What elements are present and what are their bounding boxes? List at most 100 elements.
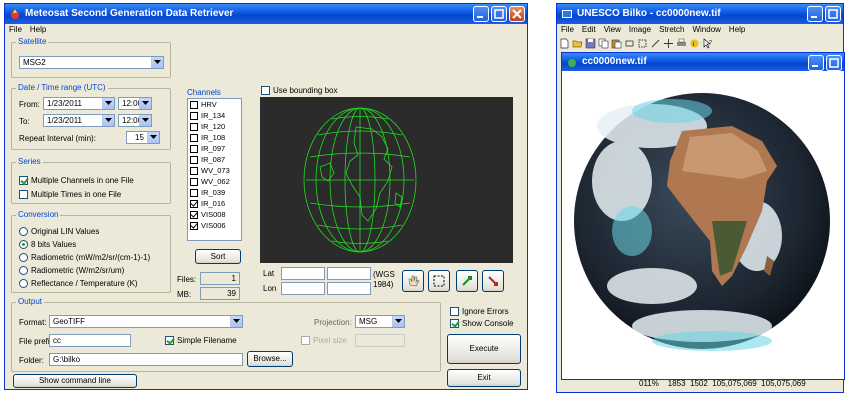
pixel-size-checkbox[interactable] bbox=[301, 336, 310, 345]
child-minimize-button[interactable] bbox=[808, 55, 824, 71]
child-title-bar[interactable]: cc0000new.tif bbox=[562, 53, 844, 71]
channel-item[interactable]: IR_087 bbox=[190, 155, 240, 165]
channels-list[interactable]: HRV IR_134 IR_120 IR_108 IR_097 IR_087 W… bbox=[187, 98, 242, 241]
channel-item[interactable]: HRV bbox=[190, 100, 240, 110]
zoom-out-button[interactable] bbox=[482, 270, 504, 292]
paste-icon[interactable] bbox=[611, 38, 622, 49]
channel-item[interactable]: IR_108 bbox=[190, 133, 240, 143]
lat-min-input[interactable] bbox=[281, 267, 325, 280]
browse-button[interactable]: Browse... bbox=[247, 351, 293, 367]
bilko-menu-view[interactable]: View bbox=[604, 24, 621, 36]
projection-select[interactable]: MSG bbox=[355, 315, 405, 328]
globe-preview[interactable] bbox=[260, 97, 513, 263]
to-date-picker[interactable]: 1/23/2011 bbox=[43, 114, 115, 127]
conversion-option-radiometric-um[interactable] bbox=[19, 266, 28, 275]
channel-item[interactable]: IR_097 bbox=[190, 144, 240, 154]
minimize-button[interactable] bbox=[473, 6, 489, 22]
save-icon[interactable] bbox=[585, 38, 596, 49]
zoom-in-button[interactable] bbox=[456, 270, 478, 292]
channel-item[interactable]: IR_120 bbox=[190, 122, 240, 132]
lon-min-input[interactable] bbox=[281, 282, 325, 295]
folder-input[interactable]: G:\bilko bbox=[49, 353, 243, 366]
conversion-option-8bits[interactable] bbox=[19, 240, 28, 249]
multi-channels-checkbox[interactable] bbox=[19, 176, 28, 185]
conversion-option-reflectance[interactable] bbox=[19, 279, 28, 288]
bilko-menu-window[interactable]: Window bbox=[692, 24, 720, 36]
bilko-title-bar[interactable]: UNESCO Bilko - cc0000new.tif bbox=[557, 4, 843, 24]
new-file-icon[interactable] bbox=[559, 38, 570, 49]
from-date-picker[interactable]: 1/23/2011 bbox=[43, 97, 115, 110]
channel-checkbox[interactable] bbox=[190, 200, 198, 208]
channel-checkbox[interactable] bbox=[190, 123, 198, 131]
execute-button[interactable]: Execute bbox=[447, 334, 521, 364]
bilko-menu-image[interactable]: Image bbox=[629, 24, 651, 36]
show-command-line-button[interactable]: Show command line bbox=[13, 374, 137, 388]
conversion-label-reflectance: Reflectance / Temperature (K) bbox=[31, 279, 138, 288]
maximize-button[interactable] bbox=[491, 6, 507, 22]
help-pointer-icon[interactable]: ? bbox=[702, 37, 713, 49]
channel-checkbox[interactable] bbox=[190, 134, 198, 142]
exit-button[interactable]: Exit bbox=[447, 369, 521, 387]
channel-item[interactable]: VIS008 bbox=[190, 210, 240, 220]
lon-max-input[interactable] bbox=[327, 282, 371, 295]
show-console-checkbox[interactable] bbox=[450, 319, 459, 328]
bounding-box-checkbox[interactable] bbox=[261, 86, 270, 95]
bilko-minimize-button[interactable] bbox=[807, 6, 823, 22]
line-tool-icon[interactable] bbox=[650, 38, 661, 49]
channel-checkbox[interactable] bbox=[190, 222, 198, 230]
ignore-errors-checkbox[interactable] bbox=[450, 307, 459, 316]
bilko-menu-stretch[interactable]: Stretch bbox=[659, 24, 684, 36]
msg-menubar: File Help bbox=[5, 24, 527, 36]
pan-tool-button[interactable] bbox=[402, 270, 424, 292]
channel-checkbox[interactable] bbox=[190, 167, 198, 175]
channel-item[interactable]: WV_073 bbox=[190, 166, 240, 176]
info-icon[interactable]: i bbox=[689, 38, 700, 49]
msg-title-bar[interactable]: Meteosat Second Generation Data Retrieve… bbox=[5, 4, 527, 24]
rectangle-tool-icon[interactable] bbox=[624, 38, 635, 49]
channel-name: VIS008 bbox=[201, 210, 226, 219]
channel-item[interactable]: WV_062 bbox=[190, 177, 240, 187]
from-time-spinner[interactable]: 12:00 bbox=[118, 97, 152, 110]
channel-checkbox[interactable] bbox=[190, 112, 198, 120]
bilko-menu-file[interactable]: File bbox=[561, 24, 574, 36]
channel-checkbox[interactable] bbox=[190, 145, 198, 153]
box-select-icon[interactable] bbox=[637, 38, 648, 49]
lat-max-input[interactable] bbox=[327, 267, 371, 280]
bilko-maximize-button[interactable] bbox=[825, 6, 841, 22]
menu-help[interactable]: Help bbox=[30, 24, 46, 36]
conversion-label-8bits: 8 bits Values bbox=[31, 240, 77, 249]
bilko-menu-help[interactable]: Help bbox=[729, 24, 745, 36]
file-prefix-input[interactable]: cc bbox=[49, 334, 131, 347]
channel-checkbox[interactable] bbox=[190, 178, 198, 186]
channel-checkbox[interactable] bbox=[190, 156, 198, 164]
pixel-size-input[interactable] bbox=[355, 334, 405, 347]
menu-file[interactable]: File bbox=[9, 24, 22, 36]
channel-item[interactable]: VIS006 bbox=[190, 221, 240, 231]
copy-icon[interactable] bbox=[598, 38, 609, 49]
channel-checkbox[interactable] bbox=[190, 189, 198, 197]
select-box-button[interactable] bbox=[428, 270, 450, 292]
channel-item[interactable]: IR_134 bbox=[190, 111, 240, 121]
close-button[interactable] bbox=[509, 6, 525, 22]
simple-filename-checkbox[interactable] bbox=[165, 336, 174, 345]
conversion-option-original-lin[interactable] bbox=[19, 227, 28, 236]
to-time-spinner[interactable]: 12:00 bbox=[118, 114, 152, 127]
repeat-interval-select[interactable]: 15 bbox=[126, 131, 160, 144]
conversion-option-radiometric-cm[interactable] bbox=[19, 253, 28, 262]
maximize-icon bbox=[829, 58, 839, 68]
open-folder-icon[interactable] bbox=[572, 38, 583, 49]
bilko-menu-edit[interactable]: Edit bbox=[582, 24, 596, 36]
channel-item[interactable]: IR_016 bbox=[190, 199, 240, 209]
sort-button[interactable]: Sort bbox=[195, 249, 241, 264]
channel-checkbox[interactable] bbox=[190, 211, 198, 219]
child-maximize-button[interactable] bbox=[826, 55, 842, 71]
format-select[interactable]: GeoTIFF bbox=[49, 315, 243, 328]
multi-times-checkbox[interactable] bbox=[19, 190, 28, 199]
satellite-earth-image[interactable] bbox=[562, 71, 844, 379]
satellite-select[interactable]: MSG2 bbox=[19, 56, 164, 69]
print-icon[interactable] bbox=[676, 38, 687, 49]
series-group-title: Series bbox=[16, 157, 43, 166]
crosshair-icon[interactable] bbox=[663, 38, 674, 49]
channel-item[interactable]: IR_039 bbox=[190, 188, 240, 198]
channel-checkbox[interactable] bbox=[190, 101, 198, 109]
